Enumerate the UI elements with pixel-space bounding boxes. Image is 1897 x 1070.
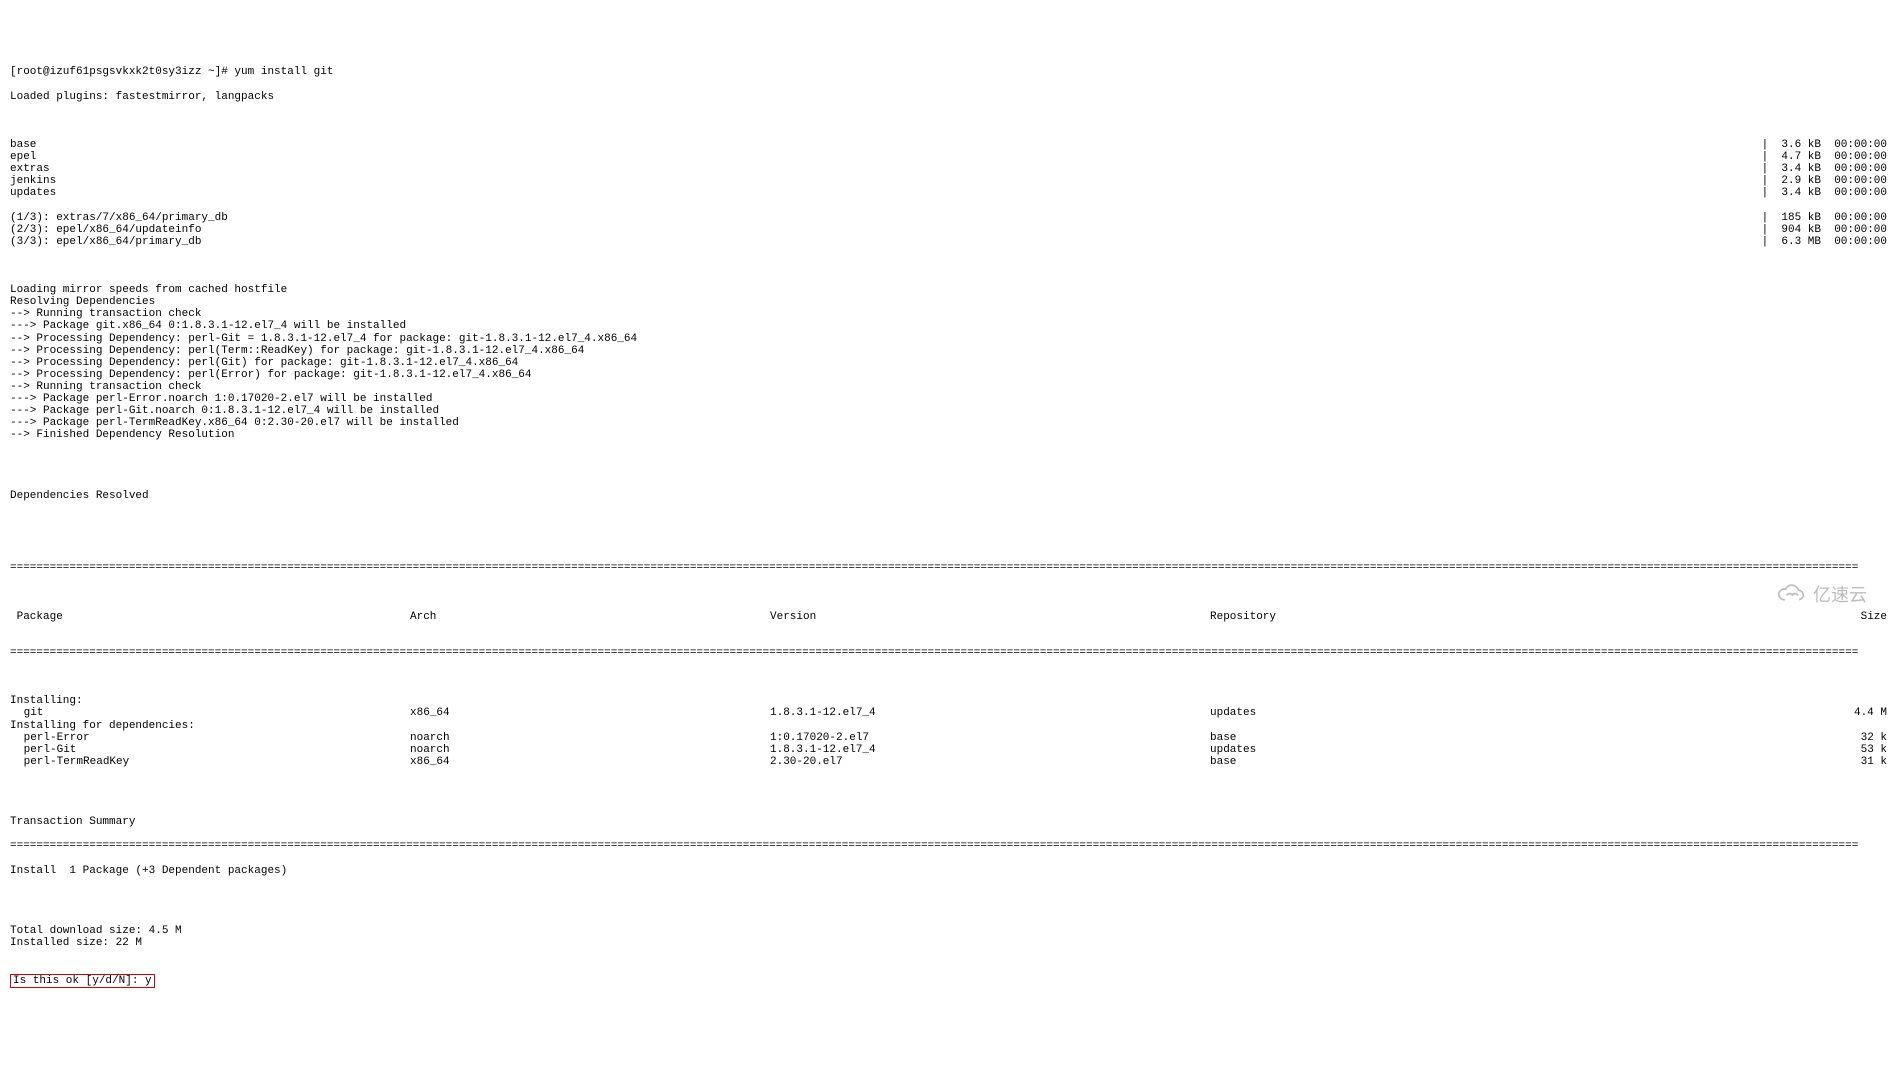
repo-name: base [10, 139, 36, 151]
dep-line: --> Processing Dependency: perl(Error) f… [10, 369, 1887, 381]
blank-line [10, 792, 1887, 804]
repo-name: epel [10, 151, 36, 163]
dep-line: ---> Package perl-TermReadKey.x86_64 0:2… [10, 417, 1887, 429]
repo-size-time: | 3.6 kB 00:00:00 [1762, 139, 1887, 151]
col-repository: Repository [1210, 611, 1530, 623]
install-line: Install 1 Package (+3 Dependent packages… [10, 865, 1887, 877]
dep-line: Resolving Dependencies [10, 296, 1887, 308]
separator: ========================================… [10, 647, 1887, 659]
table-row: perl-Gitnoarch1.8.3.1-12.el7_4updates53 … [10, 744, 1887, 756]
cell-arch: x86_64 [410, 707, 770, 719]
cell-arch: x86_64 [410, 756, 770, 768]
watermark-text: 亿速云 [1813, 586, 1867, 606]
cell-version: 2.30-20.el7 [770, 756, 1210, 768]
repo-name: extras [10, 163, 50, 175]
dep-line: --> Running transaction check [10, 381, 1887, 393]
download-name: (3/3): epel/x86_64/primary_db [10, 236, 201, 248]
cell-repo: updates [1210, 707, 1530, 719]
download-size-time: | 185 kB 00:00:00 [1762, 212, 1887, 224]
cell-version: 1:0.17020-2.el7 [770, 732, 1210, 744]
cell-version: 1.8.3.1-12.el7_4 [770, 744, 1210, 756]
blank-line [10, 889, 1887, 901]
dep-line: --> Processing Dependency: perl-Git = 1.… [10, 333, 1887, 345]
table-row: perl-TermReadKeyx86_642.30-20.el7base31 … [10, 756, 1887, 768]
dep-line: ---> Package perl-Error.noarch 1:0.17020… [10, 393, 1887, 405]
section-title: Installing for dependencies: [10, 720, 1887, 732]
col-package: Package [10, 611, 410, 623]
col-size: Size [1530, 611, 1887, 623]
dep-line: ---> Package git.x86_64 0:1.8.3.1-12.el7… [10, 320, 1887, 332]
download-line: (3/3): epel/x86_64/primary_db | 6.3 MB 00… [10, 236, 1887, 248]
transaction-summary: Transaction Summary [10, 816, 1887, 828]
cell-package: perl-TermReadKey [10, 756, 410, 768]
shell-prompt: [root@izuf61psgsvkxk2t0sy3izz ~]# yum in… [10, 66, 1887, 78]
col-arch: Arch [410, 611, 770, 623]
cell-size: 53 k [1530, 744, 1887, 756]
separator: ========================================… [10, 562, 1887, 574]
cell-arch: noarch [410, 732, 770, 744]
download-size-time: | 904 kB 00:00:00 [1762, 224, 1887, 236]
cell-repo: updates [1210, 744, 1530, 756]
confirm-prompt[interactable]: Is this ok [y/d/N]: y [10, 974, 155, 988]
cell-version: 1.8.3.1-12.el7_4 [770, 707, 1210, 719]
separator: ========================================… [10, 840, 1887, 852]
repo-size-time: | 3.4 kB 00:00:00 [1762, 163, 1887, 175]
repo-line: base | 3.6 kB 00:00:00 [10, 139, 1887, 151]
dep-line: --> Processing Dependency: perl(Git) for… [10, 357, 1887, 369]
dep-line: --> Running transaction check [10, 308, 1887, 320]
blank-line [10, 514, 1887, 526]
repo-size-time: | 3.4 kB 00:00:00 [1762, 187, 1887, 199]
cell-package: git [10, 707, 410, 719]
total-line: Installed size: 22 M [10, 937, 1887, 949]
download-name: (1/3): extras/7/x86_64/primary_db [10, 212, 228, 224]
blank-line [10, 466, 1887, 478]
repo-line: extras | 3.4 kB 00:00:00 [10, 163, 1887, 175]
cell-size: 32 k [1530, 732, 1887, 744]
plugins-line: Loaded plugins: fastestmirror, langpacks [10, 91, 1887, 103]
cell-package: perl-Error [10, 732, 410, 744]
download-line: (2/3): epel/x86_64/updateinfo | 904 kB 00… [10, 224, 1887, 236]
total-line: Total download size: 4.5 M [10, 925, 1887, 937]
cell-package: perl-Git [10, 744, 410, 756]
deps-resolved: Dependencies Resolved [10, 490, 1887, 502]
repo-size-time: | 2.9 kB 00:00:00 [1762, 175, 1887, 187]
table-header: Package Arch Version Repository Size [10, 611, 1887, 623]
cell-arch: noarch [410, 744, 770, 756]
dep-line: Loading mirror speeds from cached hostfi… [10, 284, 1887, 296]
table-row: perl-Errornoarch1:0.17020-2.el7base32 k [10, 732, 1887, 744]
repo-line: epel | 4.7 kB 00:00:00 [10, 151, 1887, 163]
download-name: (2/3): epel/x86_64/updateinfo [10, 224, 201, 236]
table-row: gitx86_641.8.3.1-12.el7_4updates4.4 M [10, 707, 1887, 719]
repo-line: jenkins | 2.9 kB 00:00:00 [10, 175, 1887, 187]
cell-size: 4.4 M [1530, 707, 1887, 719]
dep-line: --> Finished Dependency Resolution [10, 429, 1887, 441]
repo-name: jenkins [10, 175, 56, 187]
col-version: Version [770, 611, 1210, 623]
repo-name: updates [10, 187, 56, 199]
repo-line: updates | 3.4 kB 00:00:00 [10, 187, 1887, 199]
cell-repo: base [1210, 756, 1530, 768]
section-title: Installing: [10, 695, 1887, 707]
dep-line: ---> Package perl-Git.noarch 0:1.8.3.1-1… [10, 405, 1887, 417]
repo-size-time: | 4.7 kB 00:00:00 [1762, 151, 1887, 163]
download-size-time: | 6.3 MB 00:00:00 [1762, 236, 1887, 248]
dep-line: --> Processing Dependency: perl(Term::Re… [10, 345, 1887, 357]
cell-size: 31 k [1530, 756, 1887, 768]
download-line: (1/3): extras/7/x86_64/primary_db | 185 k… [10, 212, 1887, 224]
cell-repo: base [1210, 732, 1530, 744]
